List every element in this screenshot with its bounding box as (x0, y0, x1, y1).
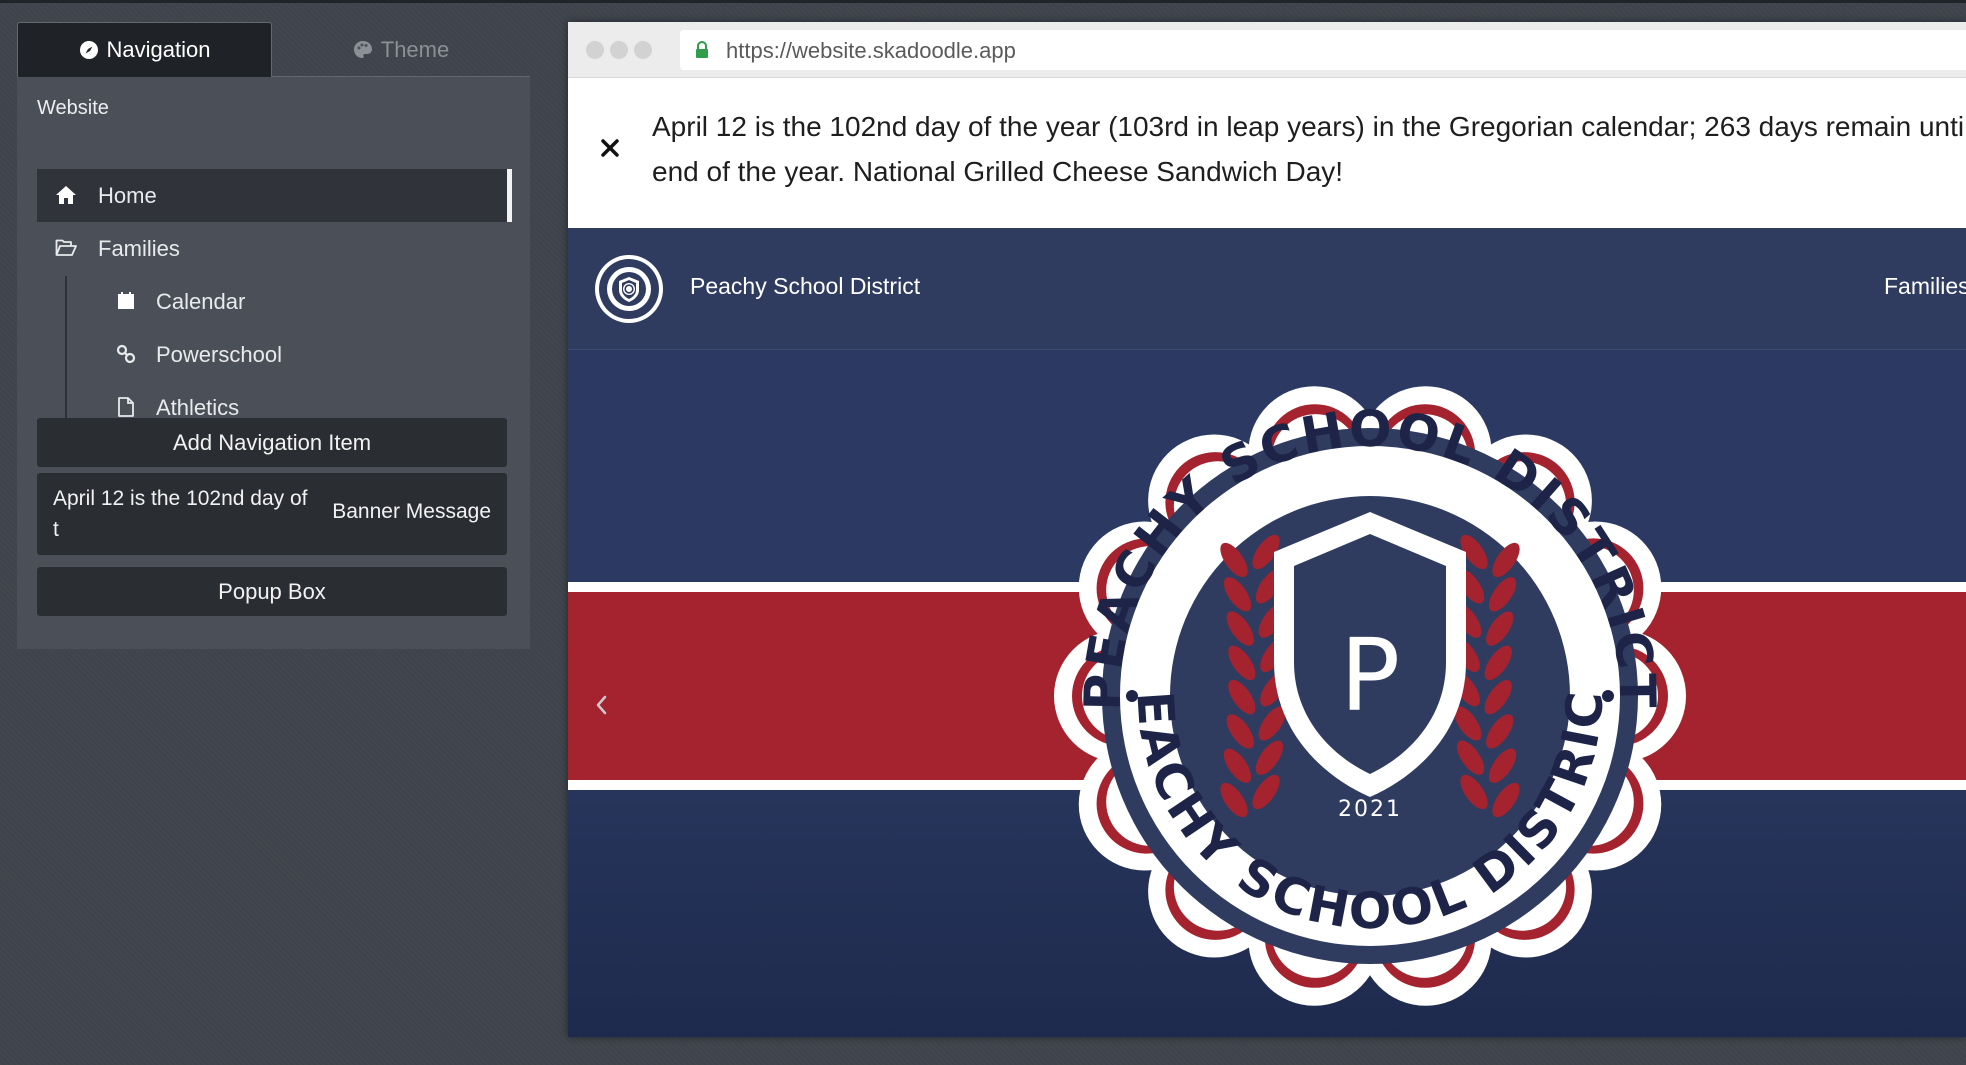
tab-navigation[interactable]: Navigation (17, 22, 272, 77)
nav-subitem-calendar[interactable]: Calendar (37, 275, 512, 328)
nav-item-families-label: Families (98, 236, 180, 261)
site-logo[interactable] (594, 254, 664, 324)
banner-message-editor[interactable]: April 12 is the 102nd day of t Banner Me… (37, 473, 507, 555)
section-label: Website (37, 97, 109, 119)
seal-letter: P (1340, 617, 1400, 734)
banner-message-text: April 12 is the 102nd day of the year (1… (652, 111, 1966, 187)
close-icon[interactable] (596, 134, 624, 162)
website-preview: https://website.skadoodle.app April 12 i… (568, 22, 1966, 1037)
site-name[interactable]: Peachy School District (690, 273, 920, 300)
banner-message-label: Banner Message (332, 500, 491, 523)
window-minimize-dot (610, 41, 628, 59)
add-navigation-item-button[interactable]: Add Navigation Item (37, 418, 507, 467)
hero-slider: PEACHY SCHOOL DISTRICT PEACHY SCHOOL DIS… (568, 350, 1966, 1037)
file-icon (115, 396, 137, 418)
navigation-editor: Website Home Families Calendar Powerscho (17, 77, 530, 649)
calendar-icon (115, 290, 137, 312)
url-text: https://website.skadoodle.app (726, 38, 1016, 63)
nav-item-families[interactable]: Families (37, 222, 512, 275)
nav-subitem-powerschool[interactable]: Powerschool (37, 328, 512, 381)
window-maximize-dot (634, 41, 652, 59)
top-border (0, 0, 1966, 3)
lock-icon (694, 40, 710, 64)
chevron-left-icon[interactable] (590, 690, 612, 720)
window-close-dot (586, 41, 604, 59)
link-icon (115, 343, 137, 365)
nav-subitem-powerschool-label: Powerschool (156, 342, 282, 367)
site-banner: April 12 is the 102nd day of the year (1… (568, 78, 1966, 228)
folder-open-icon (55, 237, 77, 259)
home-icon (55, 184, 77, 206)
menu-link-families[interactable]: Families (1884, 273, 1966, 300)
address-bar[interactable]: https://website.skadoodle.app (680, 30, 1966, 70)
editor-tabs: Navigation Theme (17, 22, 530, 77)
nav-item-home-label: Home (98, 183, 157, 208)
compass-icon (79, 40, 99, 60)
banner-message-preview: April 12 is the 102nd day of t (53, 487, 308, 541)
browser-chrome: https://website.skadoodle.app (568, 22, 1966, 78)
tab-theme-label: Theme (380, 36, 450, 62)
seal-year: 2021 (1338, 797, 1402, 822)
palette-icon (353, 40, 373, 60)
nav-item-home[interactable]: Home (37, 169, 512, 222)
nav-subitem-calendar-label: Calendar (156, 289, 246, 314)
site-header: Peachy School District Families (568, 228, 1966, 350)
district-seal: PEACHY SCHOOL DISTRICT PEACHY SCHOOL DIS… (1046, 372, 1686, 1006)
editor-panel: Navigation Theme Website Home Families C… (17, 22, 530, 649)
tab-navigation-label: Navigation (106, 37, 211, 62)
tab-theme[interactable]: Theme (272, 22, 530, 77)
popup-box-button[interactable]: Popup Box (37, 567, 507, 616)
